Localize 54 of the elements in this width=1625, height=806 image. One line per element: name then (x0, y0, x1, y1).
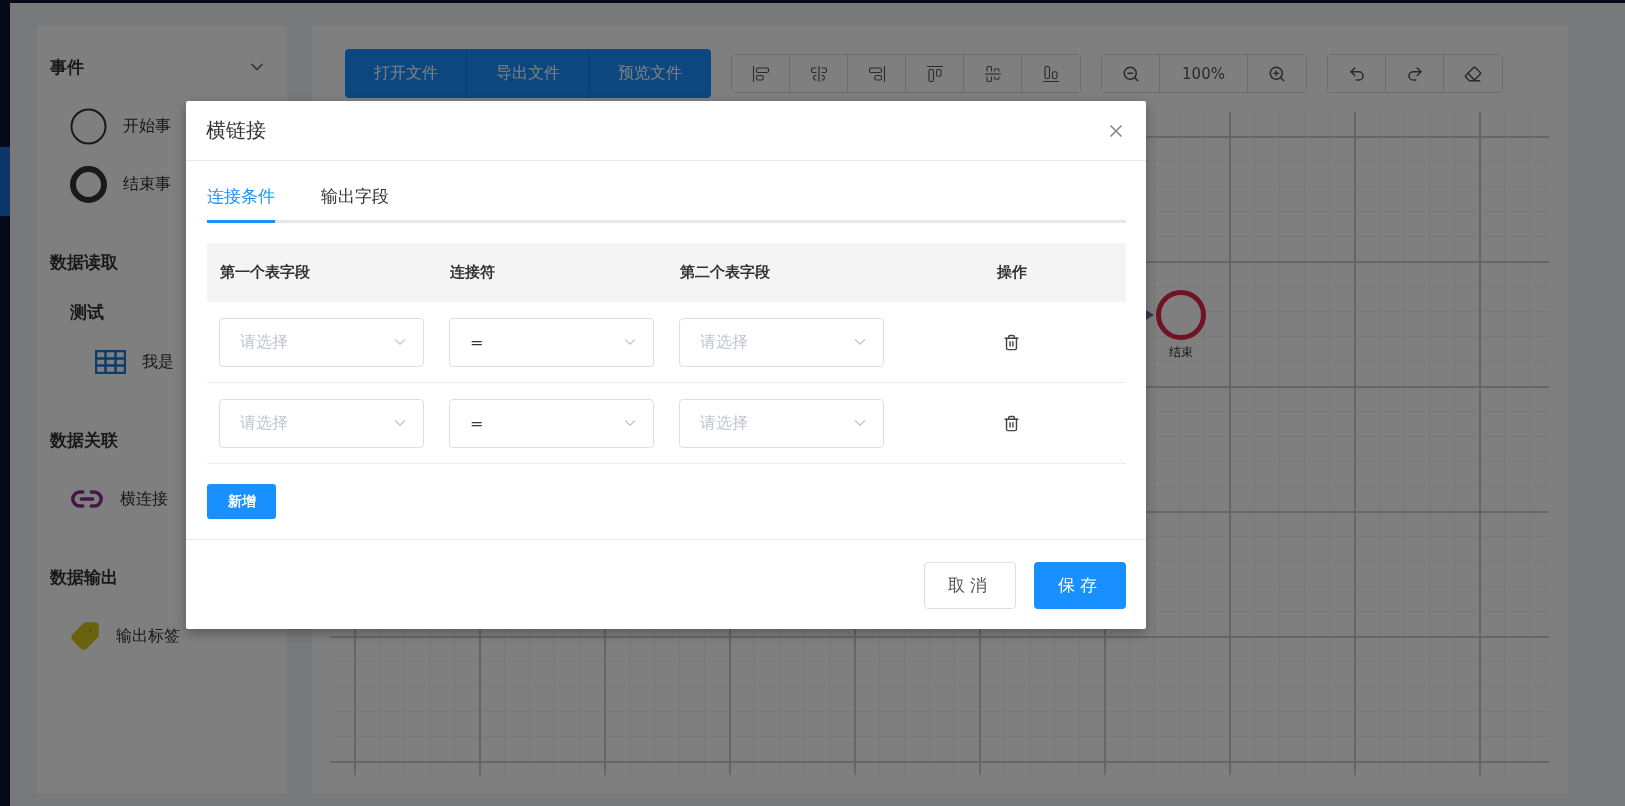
nav-highlight (0, 147, 10, 216)
palette-item-label[interactable]: 结束事 (123, 173, 171, 195)
primary-button[interactable]: 保存 (1034, 562, 1126, 609)
align-top-icon (925, 64, 944, 83)
select-field[interactable]: 请选择 (679, 398, 884, 448)
section-title: 事件 (50, 55, 84, 79)
end-node[interactable] (1156, 290, 1206, 340)
tab[interactable]: 输出字段 (321, 185, 389, 223)
redo-icon (1405, 64, 1424, 83)
add-button[interactable]: 新增 (207, 484, 276, 519)
undo-icon (1347, 64, 1366, 83)
trash-icon (1003, 414, 1020, 432)
align-button[interactable] (732, 55, 790, 92)
palette-item-label[interactable]: 输出标签 (116, 625, 180, 647)
select-field[interactable]: 请选择 (219, 398, 424, 448)
trash-icon (1003, 333, 1020, 351)
delete-button[interactable] (1003, 333, 1020, 351)
align-right-icon (867, 64, 886, 83)
eraser-icon (1464, 64, 1482, 83)
column-header: 第一个表字段 (219, 263, 311, 282)
zoom-out-button[interactable] (1102, 55, 1160, 92)
table-icon (95, 350, 126, 374)
column-header: 操作 (995, 263, 1028, 282)
section-title: 数据读取 (50, 250, 118, 274)
thick-circle-icon (70, 165, 107, 203)
align-center-icon (809, 64, 828, 83)
palette-item-label[interactable]: 横连接 (120, 488, 168, 510)
align-bottom-icon (1042, 64, 1060, 83)
palette-item-label[interactable]: 开始事 (123, 115, 171, 137)
file-button[interactable]: 导出文件 (467, 49, 589, 98)
file-button[interactable]: 打开文件 (345, 49, 467, 98)
node-label: 结束 (1169, 344, 1193, 361)
delete-button[interactable] (1003, 414, 1020, 432)
align-left-icon (751, 64, 770, 83)
select-field[interactable]: = (449, 398, 654, 448)
align-middle-icon (983, 64, 1002, 83)
zoom-out-icon (1121, 64, 1140, 83)
select-field[interactable]: = (449, 317, 654, 367)
group-label: 测试 (70, 301, 104, 324)
select-field[interactable]: 请选择 (679, 317, 884, 367)
tag-icon (70, 621, 100, 651)
zoom-in-icon (1268, 64, 1286, 83)
dialog-title: 横链接 (206, 117, 266, 144)
select-field[interactable]: 请选择 (219, 317, 424, 367)
section-title: 数据输出 (50, 565, 118, 589)
column-header: 连接符 (449, 263, 496, 282)
tab[interactable]: 连接条件 (207, 185, 275, 223)
palette-item-label[interactable]: 我是 (142, 351, 174, 373)
column-header: 第二个表字段 (679, 263, 771, 282)
cancel-button[interactable]: 取消 (924, 562, 1016, 609)
section-title: 数据关联 (50, 428, 118, 452)
undo-button[interactable] (1328, 55, 1386, 92)
thin-circle-icon (70, 107, 107, 145)
file-button[interactable]: 预览文件 (589, 49, 711, 98)
